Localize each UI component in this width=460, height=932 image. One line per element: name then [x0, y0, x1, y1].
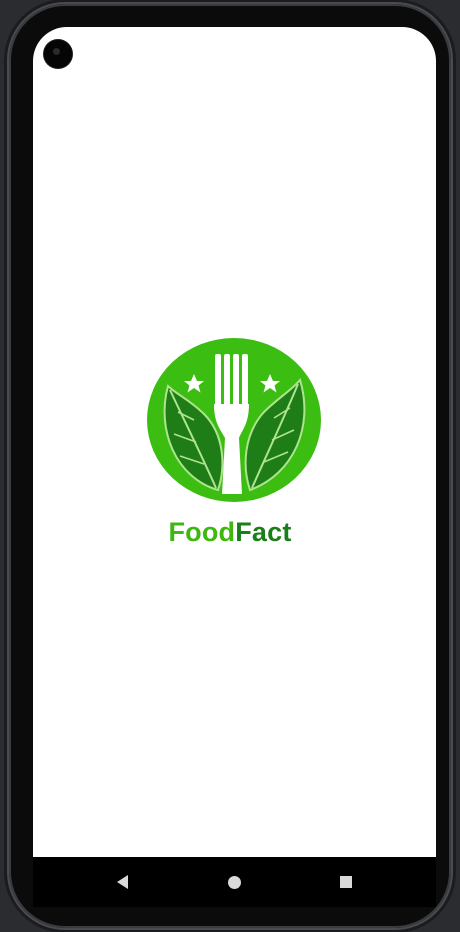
- home-circle-icon: [227, 875, 241, 889]
- back-button[interactable]: [97, 857, 147, 907]
- recents-square-icon: [340, 876, 352, 888]
- back-triangle-icon: [116, 875, 128, 889]
- fork-leaf-logo-icon: [147, 338, 321, 502]
- brand-part-fact: Fact: [235, 517, 292, 547]
- app-brand-title: FoodFact: [0, 517, 460, 548]
- recents-button[interactable]: [321, 857, 371, 907]
- home-button[interactable]: [209, 857, 259, 907]
- system-navigation-bar: [33, 857, 436, 907]
- camera-icon: [44, 40, 72, 68]
- brand-part-food: Food: [168, 517, 236, 547]
